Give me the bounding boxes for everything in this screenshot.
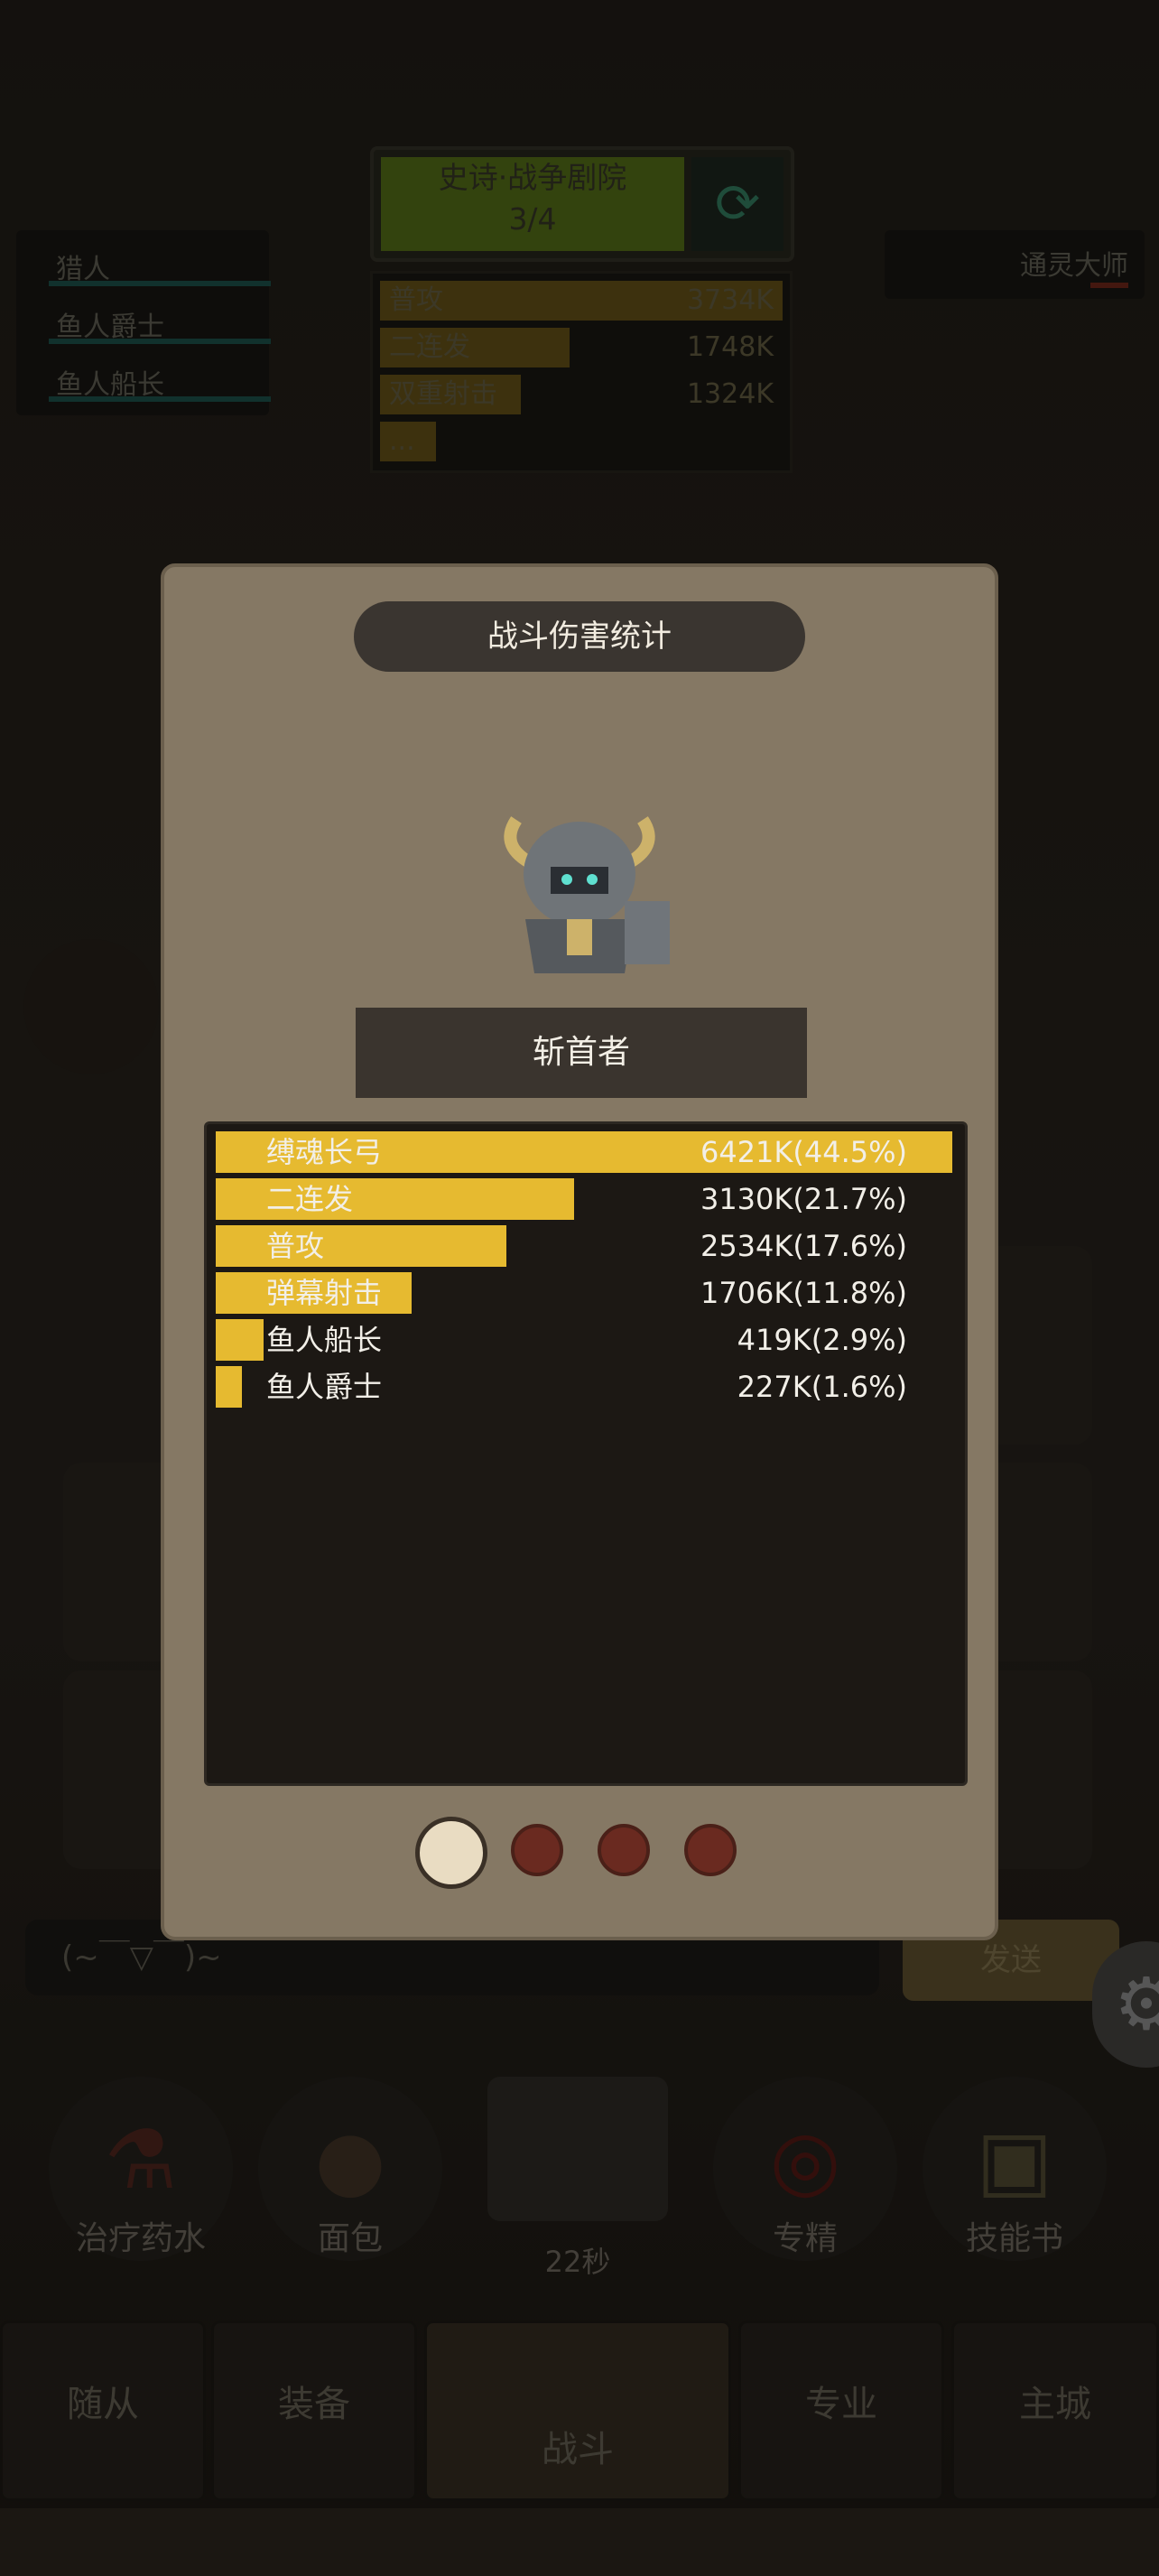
damage-row: 缚魂长弓 6421K(44.5%) xyxy=(216,1131,952,1173)
damage-bar xyxy=(216,1225,506,1267)
party-member[interactable]: 鱼人爵士 xyxy=(32,295,271,346)
damage-label: 鱼人船长 xyxy=(266,1323,383,1357)
consumable-label: 专精 xyxy=(772,2220,838,2257)
chest-timer: 22秒 xyxy=(544,2245,611,2279)
damage-mini-panel: 普攻 3734K 二连发 1748K 双重射击 1324K ... xyxy=(370,271,793,473)
damage-label: 普攻 xyxy=(266,1229,325,1263)
chest-icon xyxy=(487,2077,668,2221)
page-dot[interactable] xyxy=(684,1824,737,1876)
damage-bar xyxy=(216,1366,242,1408)
dungeon-title-box: 史诗·战争剧院 3/4 xyxy=(381,157,684,251)
mini-label: 双重射击 xyxy=(389,378,497,410)
potion-icon: ⚗ xyxy=(104,2113,178,2208)
character-portrait xyxy=(462,784,697,991)
mini-label: 二连发 xyxy=(389,331,470,363)
damage-value: 6421K(44.5%) xyxy=(700,1135,907,1169)
damage-row: 鱼人爵士 227K(1.6%) xyxy=(216,1366,952,1408)
mini-row: ... xyxy=(380,422,783,461)
nav-followers[interactable]: 随从 xyxy=(0,2320,206,2501)
damage-value: 419K(2.9%) xyxy=(737,1323,907,1357)
consumable-label: 面包 xyxy=(317,2220,383,2257)
damage-value: 1706K(11.8%) xyxy=(700,1276,907,1310)
consumable-label: 技能书 xyxy=(965,2220,1063,2257)
damage-row: 鱼人船长 419K(2.9%) xyxy=(216,1319,952,1361)
character-name: 斩首者 xyxy=(356,1008,807,1098)
damage-value: 2534K(17.6%) xyxy=(700,1229,907,1263)
page-dot[interactable] xyxy=(598,1824,650,1876)
mini-value: 3734K xyxy=(686,284,774,316)
modal-title: 战斗伤害统计 xyxy=(354,601,805,672)
damage-row: 二连发 3130K(21.7%) xyxy=(216,1178,952,1220)
mini-row: 普攻 3734K xyxy=(380,281,783,321)
enemy-panel[interactable]: 通灵大师 xyxy=(885,230,1145,299)
consumable-label: 治疗药水 xyxy=(75,2220,206,2257)
nav-equipment[interactable]: 装备 xyxy=(211,2320,417,2501)
hp-bar xyxy=(49,281,271,286)
dungeon-title: 史诗·战争剧院 xyxy=(438,160,627,195)
page-dot-active[interactable] xyxy=(415,1817,487,1889)
damage-value: 3130K(21.7%) xyxy=(700,1182,907,1216)
consumable-bread[interactable]: ● 面包 xyxy=(258,2077,442,2261)
party-member[interactable]: 鱼人船长 xyxy=(32,353,271,404)
enemy-hp-bar xyxy=(1090,283,1128,288)
dungeon-panel[interactable]: 史诗·战争剧院 3/4 ⟳ xyxy=(370,146,794,262)
skillbook-icon: ▣ xyxy=(976,2113,1053,2208)
party-member[interactable]: 猎人 xyxy=(32,237,271,288)
hp-bar xyxy=(49,396,271,402)
chest-button[interactable] xyxy=(469,2050,686,2257)
nav-specialty[interactable]: 专业 xyxy=(738,2320,944,2501)
consumable-specialization[interactable]: ◎ 专精 xyxy=(713,2077,897,2261)
damage-label: 二连发 xyxy=(266,1182,354,1216)
nav-battle[interactable]: 战斗 xyxy=(424,2320,731,2501)
back-arrow-icon[interactable] xyxy=(23,939,159,1074)
mini-value: 1748K xyxy=(686,331,774,363)
hp-bar xyxy=(49,339,271,344)
mini-label: 普攻 xyxy=(389,284,443,316)
consumable-skillbook[interactable]: ▣ 技能书 xyxy=(923,2077,1107,2261)
mini-value: 1324K xyxy=(686,378,774,410)
nav-main-city[interactable]: 主城 xyxy=(951,2320,1159,2501)
refresh-icon[interactable]: ⟳ xyxy=(691,157,783,251)
mini-row: 二连发 1748K xyxy=(380,328,783,367)
enemy-name: 通灵大师 xyxy=(1020,250,1128,282)
damage-label: 弹幕射击 xyxy=(266,1276,383,1310)
page-dot[interactable] xyxy=(511,1824,563,1876)
damage-row: 弹幕射击 1706K(11.8%) xyxy=(216,1272,952,1314)
specialization-icon: ◎ xyxy=(769,2113,841,2208)
consumable-potion[interactable]: ⚗ 治疗药水 xyxy=(49,2077,233,2261)
bread-icon: ● xyxy=(314,2113,386,2208)
dungeon-progress: 3/4 xyxy=(508,201,557,237)
damage-value: 227K(1.6%) xyxy=(737,1370,907,1404)
mini-row: 双重射击 1324K xyxy=(380,375,783,414)
damage-label: 鱼人爵士 xyxy=(266,1370,383,1404)
damage-bar xyxy=(216,1319,264,1361)
damage-row: 普攻 2534K(17.6%) xyxy=(216,1225,952,1267)
damage-label: 缚魂长弓 xyxy=(266,1135,383,1169)
damage-stats-list: 缚魂长弓 6421K(44.5%) 二连发 3130K(21.7%) 普攻 25… xyxy=(204,1121,968,1786)
damage-stats-modal: 战斗伤害统计 斩首者 缚魂长弓 6421K(44.5%) 二连发 3130K(2… xyxy=(161,563,998,1940)
mini-label: ... xyxy=(389,425,415,457)
party-list: 猎人 鱼人爵士 鱼人船长 xyxy=(16,230,271,415)
